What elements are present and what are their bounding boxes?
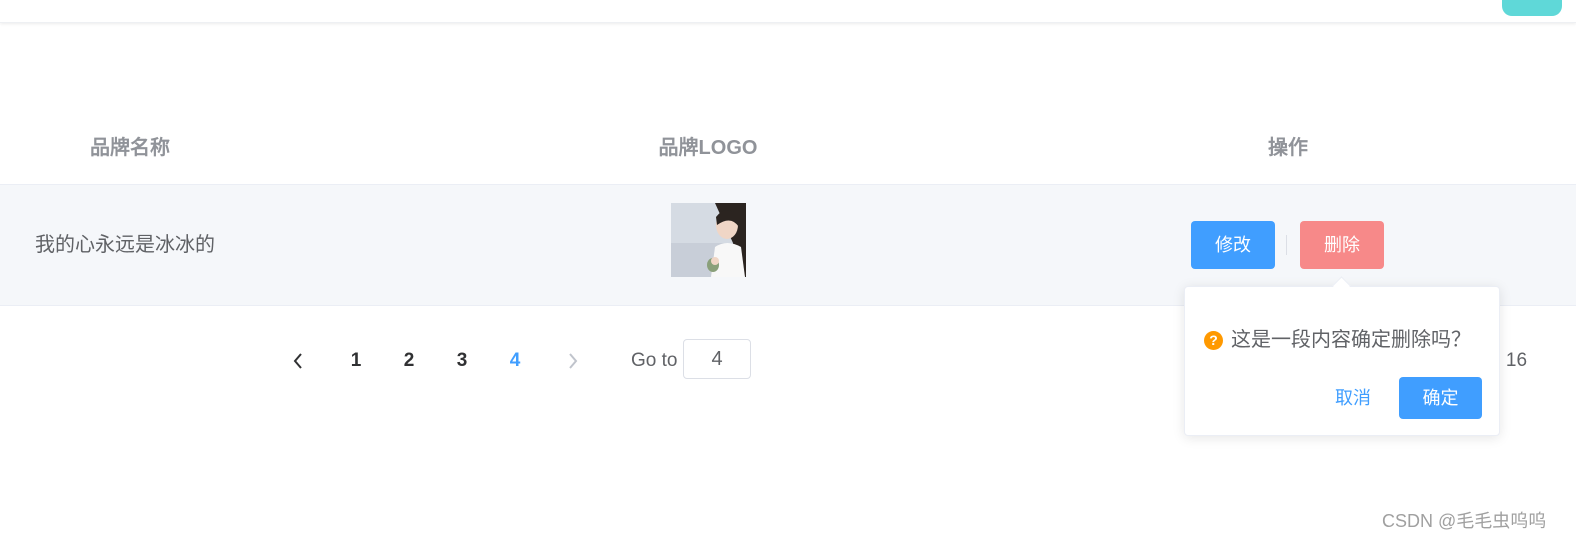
chevron-left-icon[interactable] <box>278 342 318 380</box>
page-button-2[interactable]: 2 <box>389 342 429 380</box>
popconfirm-confirm-button[interactable]: 确定 <box>1399 377 1482 419</box>
question-icon: ? <box>1204 331 1223 350</box>
chevron-right-icon[interactable] <box>553 342 593 380</box>
popconfirm-message: 这是一段内容确定删除吗？ <box>1231 329 1471 351</box>
page-button-1[interactable]: 1 <box>336 342 376 380</box>
column-header-brand-name: 品牌名称 <box>90 137 170 159</box>
delete-button[interactable]: 删除 <box>1300 221 1384 269</box>
delete-popconfirm: ? 这是一段内容确定删除吗？ 取消 确定 <box>1184 286 1500 436</box>
column-header-brand-logo: 品牌LOGO <box>658 137 758 159</box>
top-bar <box>0 0 1576 23</box>
page-button-4[interactable]: 4 <box>495 342 535 380</box>
brand-logo-image <box>671 203 746 277</box>
page-button-3[interactable]: 3 <box>442 342 482 380</box>
column-header-actions: 操作 <box>1268 137 1308 159</box>
table-header: 品牌名称 品牌LOGO 操作 <box>0 112 1576 185</box>
brand-name-cell: 我的心永远是冰冰的 <box>35 234 215 256</box>
watermark: CSDN @毛毛虫呜呜 <box>1382 511 1547 531</box>
top-corner-button[interactable] <box>1502 0 1562 16</box>
action-divider <box>1286 235 1287 255</box>
edit-button[interactable]: 修改 <box>1191 221 1275 269</box>
goto-label: Go to <box>631 350 678 371</box>
goto-page-input[interactable] <box>683 339 751 379</box>
popconfirm-cancel-button[interactable]: 取消 <box>1335 377 1371 419</box>
